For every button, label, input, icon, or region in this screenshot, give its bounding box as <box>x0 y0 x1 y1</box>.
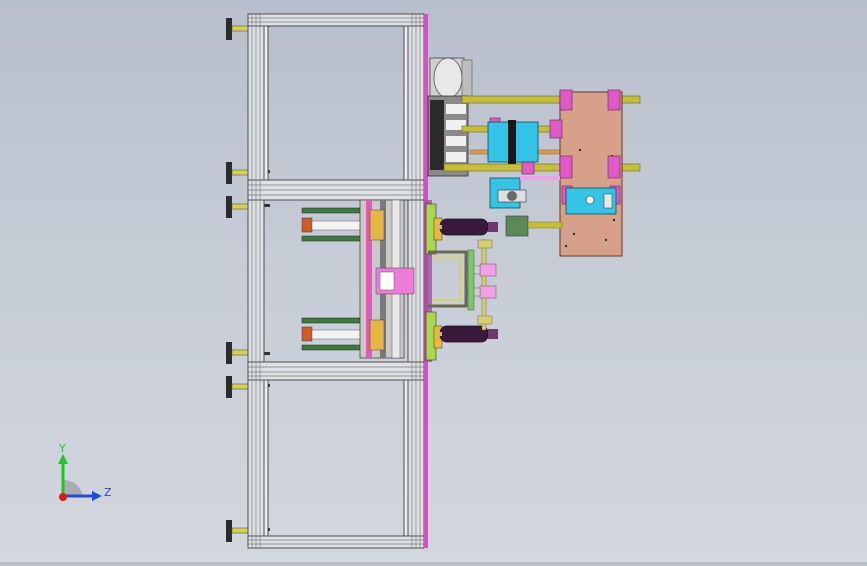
cad-viewport[interactable]: Y Z <box>0 0 867 562</box>
z-axis-label: Z <box>104 486 112 499</box>
left-cylinders <box>301 207 363 351</box>
center-slide <box>359 199 415 359</box>
motor-assembly <box>427 57 473 177</box>
u-bracket <box>428 250 468 308</box>
cad-model <box>226 13 641 549</box>
view-orientation-triad[interactable]: Y Z <box>50 440 120 510</box>
y-axis-label: Y <box>59 442 66 455</box>
bracket-part <box>467 249 475 311</box>
